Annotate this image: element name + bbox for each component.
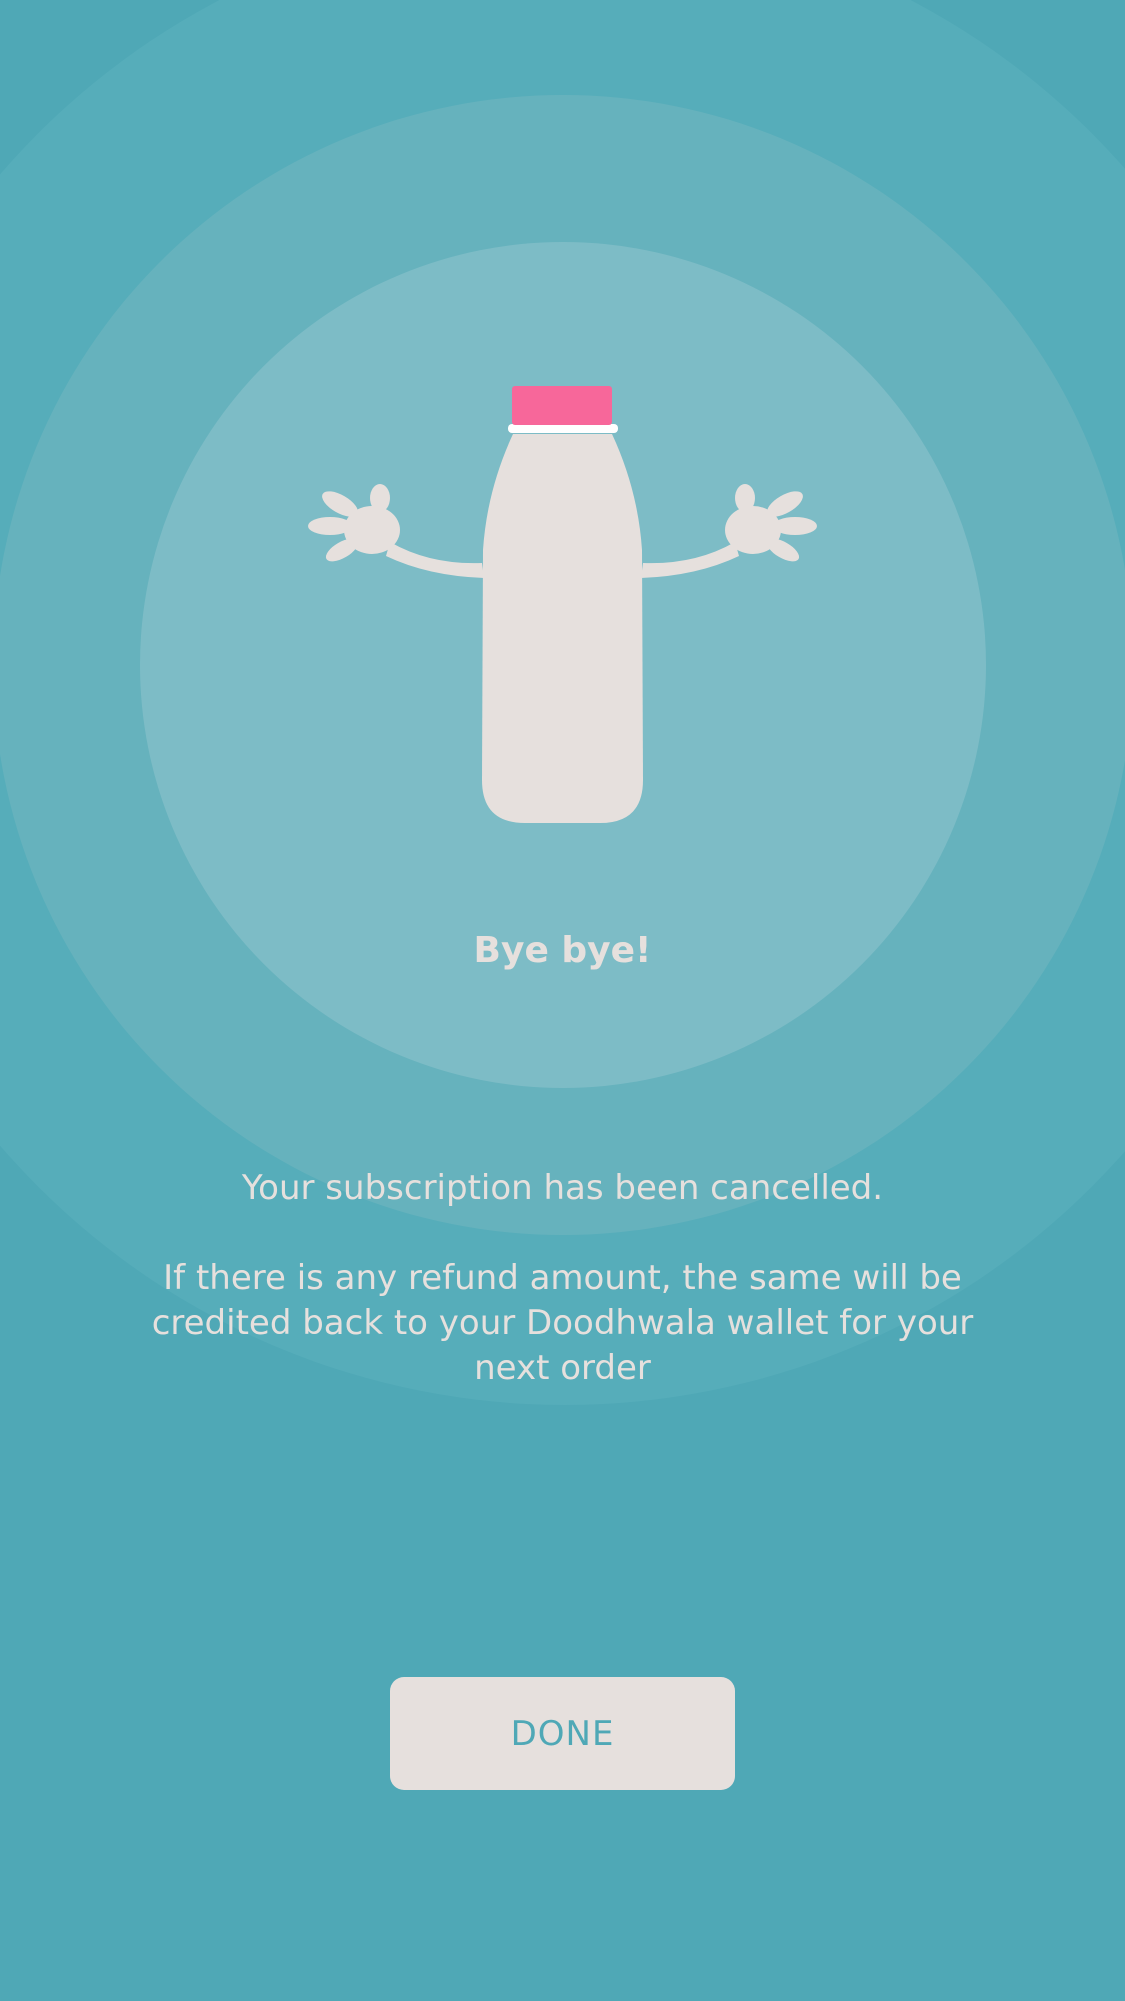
cancel-confirmation-screen: Bye bye! Your subscription has been canc…	[0, 0, 1125, 2001]
done-button[interactable]: DONE	[390, 1677, 735, 1790]
milk-bottle-mascot-icon	[308, 386, 817, 823]
right-hand	[725, 484, 817, 562]
cancellation-message: Your subscription has been cancelled.	[241, 1168, 884, 1208]
page-title: Bye bye!	[473, 930, 652, 971]
left-hand	[308, 484, 400, 562]
refund-message: If there is any refund amount, the same …	[151, 1258, 974, 1388]
